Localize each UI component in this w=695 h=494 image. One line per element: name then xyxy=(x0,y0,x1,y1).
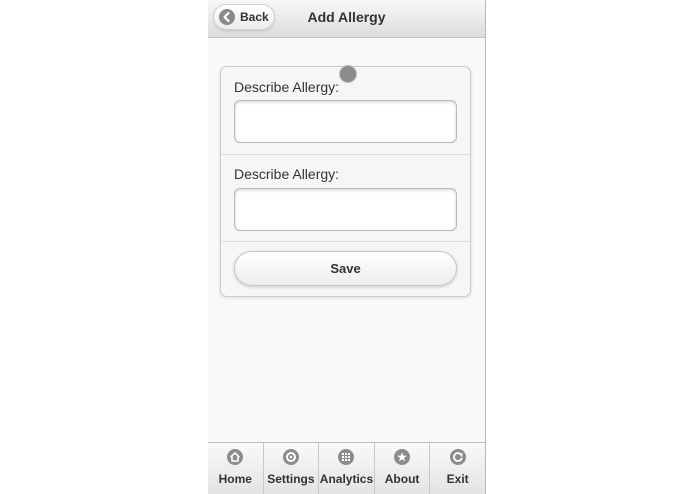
save-button[interactable]: Save xyxy=(234,251,457,286)
form-divider xyxy=(221,154,470,155)
allergy-field-1-label: Describe Allergy: xyxy=(234,79,340,95)
nav-label-exit: Exit xyxy=(446,472,469,486)
nav-item-settings[interactable]: Settings xyxy=(264,443,320,494)
power-icon xyxy=(449,449,466,465)
nav-label-about: About xyxy=(384,472,420,486)
page-title: Add Allergy xyxy=(307,9,386,25)
home-icon xyxy=(227,449,244,465)
form-divider xyxy=(221,241,470,242)
nav-item-home[interactable]: Home xyxy=(208,443,264,494)
app-screen: Back Add Allergy Describe Allergy: Descr… xyxy=(208,0,486,494)
nav-item-about[interactable]: About xyxy=(375,443,431,494)
gear-icon xyxy=(282,449,299,465)
allergy-field-1-input[interactable] xyxy=(234,100,457,143)
allergy-field-2-label: Describe Allergy: xyxy=(234,166,340,182)
nav-label-analytics: Analytics xyxy=(319,472,374,486)
grid-icon xyxy=(338,449,355,465)
nav-item-analytics[interactable]: Analytics xyxy=(319,443,375,494)
allergy-field-2-input[interactable] xyxy=(234,188,457,231)
header-bar: Back Add Allergy xyxy=(208,0,485,38)
touch-indicator xyxy=(339,65,357,83)
allergy-form: Describe Allergy: Describe Allergy: Save xyxy=(220,66,471,297)
bottom-navbar: Home Settings Analytics About Exit xyxy=(208,442,485,494)
nav-item-exit[interactable]: Exit xyxy=(430,443,485,494)
star-icon xyxy=(394,449,411,465)
nav-label-settings: Settings xyxy=(267,472,315,486)
nav-label-home: Home xyxy=(218,472,252,486)
